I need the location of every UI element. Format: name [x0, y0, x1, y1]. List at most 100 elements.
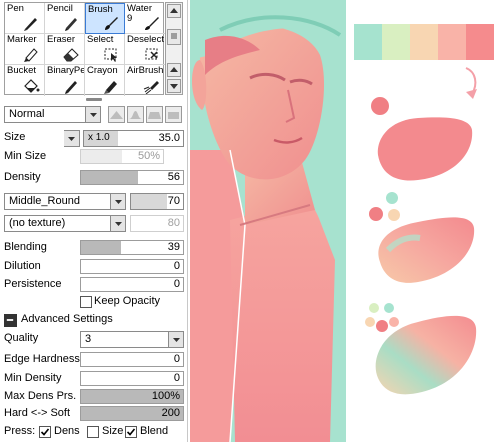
max-dens-prs-row: Max Dens Prs. 100%: [4, 389, 184, 406]
edge-hardness-value: 0: [173, 353, 180, 365]
size-value: 35.0: [158, 132, 180, 144]
tool-eraser[interactable]: Eraser: [45, 34, 85, 65]
texture-amount-value: 80: [167, 217, 180, 229]
shape-soft-icon: [129, 111, 142, 119]
brush-shape-amount[interactable]: 70: [130, 193, 184, 210]
dilution-slider[interactable]: 0: [80, 259, 184, 274]
tool-label: Pen: [7, 3, 24, 14]
tool-binary-pen[interactable]: BinaryPe: [45, 65, 85, 96]
checkmark-icon: [40, 428, 50, 436]
stroke-example-solid: [377, 117, 473, 181]
blending-fill: [81, 241, 121, 254]
brush-shape-flat-button[interactable]: [108, 106, 125, 123]
tool-label: AirBrush: [127, 65, 164, 76]
max-dens-prs-slider[interactable]: 100%: [80, 389, 184, 404]
brush-shape-square-button[interactable]: [165, 106, 182, 123]
shape-flat-icon: [110, 111, 123, 119]
scroll-thumb[interactable]: [167, 29, 181, 45]
size-range-select[interactable]: [64, 130, 80, 147]
blending-slider[interactable]: 39: [80, 240, 184, 255]
advanced-settings-header[interactable]: Advanced Settings: [4, 312, 184, 329]
max-dens-prs-value: 100%: [151, 390, 180, 402]
brush-tool-panel: Pen Pencil Brush Water 9 Marker Eraser S…: [0, 0, 188, 442]
min-size-fill: [81, 150, 122, 163]
tool-water[interactable]: Water 9: [125, 3, 165, 34]
tool-crayon[interactable]: Crayon: [85, 65, 125, 96]
texture-amount[interactable]: 80: [130, 215, 184, 232]
min-density-slider[interactable]: 0: [80, 371, 184, 386]
color-dot: [369, 303, 379, 313]
size-field[interactable]: x 1.0 35.0: [83, 130, 184, 147]
tool-label: BinaryPe: [47, 65, 85, 76]
size-multiplier: x 1.0: [88, 132, 110, 143]
density-slider[interactable]: 56: [80, 170, 184, 185]
edge-hardness-row: Edge Hardness 0: [4, 352, 184, 369]
tool-bucket[interactable]: Bucket: [5, 65, 45, 96]
scroll-down-button[interactable]: [167, 79, 181, 93]
airbrush-icon: [143, 78, 161, 94]
tool-airbrush[interactable]: AirBrush: [125, 65, 165, 96]
edge-hardness-slider[interactable]: 0: [80, 352, 184, 367]
blending-label: Blending: [4, 241, 47, 253]
tool-label: Brush: [88, 4, 113, 15]
dropdown-arrow-icon: [64, 131, 79, 146]
min-size-slider[interactable]: 50%: [80, 149, 164, 164]
dropdown-arrow-icon: [110, 194, 125, 209]
tool-brush[interactable]: Brush: [85, 3, 125, 34]
quality-label: Quality: [4, 332, 39, 344]
brush-shape-soft-button[interactable]: [127, 106, 144, 123]
bucket-icon: [22, 78, 40, 94]
panel-resize-handle[interactable]: [86, 98, 102, 101]
color-palette-area: [348, 0, 500, 442]
texture-select[interactable]: (no texture): [4, 215, 126, 232]
density-fill: [81, 171, 139, 184]
quality-value: 3: [85, 333, 92, 345]
quality-row: Quality 3: [4, 331, 184, 348]
quality-select[interactable]: 3: [80, 331, 184, 348]
artwork-canvas: [190, 0, 346, 442]
collapse-icon[interactable]: [4, 314, 17, 327]
scroll-page-up-button[interactable]: [167, 63, 181, 77]
tool-marker[interactable]: Marker: [5, 34, 45, 65]
color-dot: [389, 317, 399, 327]
shape-square-icon: [168, 112, 179, 119]
tool-grid-scrollbar[interactable]: [165, 2, 183, 95]
keep-opacity-checkbox[interactable]: [80, 296, 92, 308]
color-dot: [386, 192, 398, 204]
deselect-icon: [143, 46, 161, 62]
tool-label: Select: [87, 34, 114, 45]
triangle-up-icon: [170, 8, 178, 13]
brush-shape-amount-fill: [131, 194, 168, 209]
texture-row: (no texture) 80: [4, 215, 184, 232]
tool-deselect[interactable]: Deselect: [125, 34, 165, 65]
press-dens-checkbox[interactable]: [39, 426, 51, 438]
tool-select[interactable]: Select: [85, 34, 125, 65]
scroll-up-button[interactable]: [167, 4, 181, 18]
character-illustration: [190, 0, 346, 442]
hard-soft-slider[interactable]: 200: [80, 406, 184, 421]
press-blend-checkbox[interactable]: [125, 426, 137, 438]
stroke-example-multi: [375, 315, 477, 395]
press-size-checkbox[interactable]: [87, 426, 99, 438]
brush-shape-select[interactable]: Middle_Round: [4, 193, 126, 210]
dilution-value: 0: [173, 260, 180, 272]
pencil-icon: [62, 15, 80, 31]
persistence-row: Persistence 0: [4, 277, 184, 294]
persistence-slider[interactable]: 0: [80, 277, 184, 292]
crayon-icon: [102, 78, 120, 94]
color-dot: [384, 303, 394, 313]
tool-pen[interactable]: Pen: [5, 3, 45, 34]
dilution-label: Dilution: [4, 260, 41, 272]
dropdown-arrow-icon: [85, 107, 100, 122]
brush-shape-value: Middle_Round: [9, 195, 80, 207]
triangle-down-icon: [170, 84, 178, 89]
min-size-label: Min Size: [4, 150, 47, 162]
brush-shape-hard-button[interactable]: [146, 106, 163, 123]
tool-label: Eraser: [47, 34, 75, 45]
persistence-value: 0: [173, 278, 180, 290]
stroke-example-blend: [378, 217, 475, 283]
blend-mode-select[interactable]: Normal: [4, 106, 101, 123]
tool-pencil[interactable]: Pencil: [45, 3, 85, 34]
advanced-settings-label: Advanced Settings: [21, 313, 113, 325]
size-label: Size: [4, 131, 26, 143]
